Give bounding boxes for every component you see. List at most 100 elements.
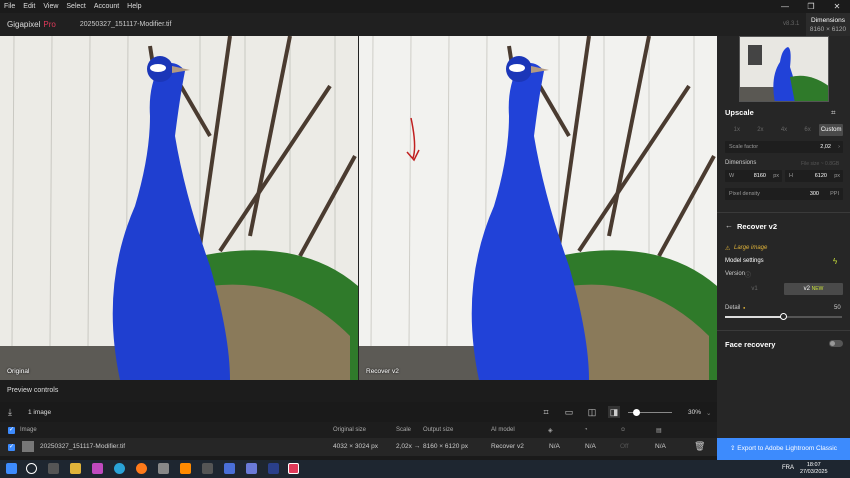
file-explorer-icon[interactable] <box>70 463 81 474</box>
upscale-title: Upscale <box>725 108 754 117</box>
task-view-icon[interactable] <box>48 463 59 474</box>
table-row[interactable]: ✓ 20250327_151117-Modifier.tif 4032 × 30… <box>0 438 717 456</box>
original-label: Original <box>7 368 30 375</box>
split-view-icon[interactable]: ◨ <box>608 406 620 418</box>
clock-time: 18:07 <box>806 462 821 468</box>
row-face: Off <box>620 443 629 450</box>
scale-2x[interactable]: 2x <box>749 124 773 136</box>
menu-help[interactable]: Help <box>123 3 145 10</box>
app-icon-1[interactable] <box>202 463 213 474</box>
single-view-icon[interactable]: ▭ <box>563 406 575 418</box>
version-v1[interactable]: v1 <box>725 283 784 295</box>
crop-icon[interactable]: ⌗ <box>831 108 836 118</box>
height-value: 6120 <box>814 173 827 179</box>
header-original-size: Original size <box>333 427 367 433</box>
detail-label: Detail <box>725 305 741 311</box>
search-icon[interactable] <box>26 463 37 474</box>
zoom-slider-handle[interactable] <box>633 409 640 416</box>
export-button[interactable]: ⇪ Export to Adobe Lightroom Classic <box>717 438 850 460</box>
row-original-size: 4032 × 3024 px <box>333 443 378 450</box>
dimensions-label: Dimensions <box>725 160 757 166</box>
version-v2[interactable]: v2 NEW <box>784 283 843 295</box>
width-value: 8160 <box>753 173 766 179</box>
system-clock[interactable]: 18:07 27/03/2025 <box>800 462 828 476</box>
image-toolbar: ⤓ 1 image ⌗ ▭ ◫ ◨ 30% ⌄ <box>0 402 717 422</box>
row-checkbox[interactable]: ✓ <box>8 444 15 451</box>
pixel-density-value: 300 <box>809 191 819 197</box>
export-label: Export to Adobe Lightroom Classic <box>737 445 837 452</box>
scale-factor-field[interactable]: Scale factor 2,02 › <box>725 141 843 153</box>
height-unit: px <box>834 173 840 179</box>
vlc-icon[interactable] <box>180 463 191 474</box>
clock-date: 27/03/2025 <box>800 469 828 475</box>
model-settings-label: Model settings <box>725 258 764 264</box>
height-field[interactable]: H 6120 px <box>785 170 843 182</box>
menu-edit[interactable]: Edit <box>19 3 39 10</box>
fit-view-icon[interactable]: ⌗ <box>540 406 552 418</box>
face-recovery-toggle[interactable] <box>829 340 843 347</box>
back-arrow-icon[interactable]: ← <box>725 221 733 230</box>
menu-bar: File Edit View Select Account Help — ❐ ✕ <box>0 0 850 13</box>
enhanced-label: Recover v2 <box>366 368 399 375</box>
compress-icon: ▤ <box>656 428 662 434</box>
scale-factor-label: Scale factor <box>729 144 759 150</box>
window-controls: — ❐ ✕ <box>772 0 850 13</box>
start-icon[interactable] <box>6 463 17 474</box>
language-indicator[interactable]: FRA <box>782 465 794 471</box>
edge-icon[interactable] <box>114 463 125 474</box>
trash-icon[interactable]: 🗑 <box>694 441 705 452</box>
app-logo: Gigapixel Pro <box>7 20 56 29</box>
new-badge: NEW <box>811 286 824 292</box>
app-icon-3[interactable] <box>246 463 257 474</box>
row-filename: 20250327_151117-Modifier.tif <box>40 443 126 450</box>
firefox-icon[interactable] <box>136 463 147 474</box>
lightroom-icon[interactable] <box>268 463 279 474</box>
gigapixel-taskbar-icon[interactable] <box>288 463 299 474</box>
dimensions-title: Dimensions <box>811 17 845 24</box>
zoom-value[interactable]: 30% <box>688 409 701 416</box>
pixel-density-label: Pixel density <box>729 191 760 197</box>
export-icon: ⇪ <box>730 445 736 452</box>
app-icon-2[interactable] <box>224 463 235 474</box>
peacock-image <box>0 36 358 380</box>
detail-slider-handle[interactable] <box>780 313 787 320</box>
menu-account[interactable]: Account <box>90 3 123 10</box>
close-button[interactable]: ✕ <box>824 0 850 13</box>
pixel-density-unit: PPI <box>830 191 839 197</box>
lightning-icon[interactable]: ϟ <box>833 257 837 266</box>
store-icon[interactable] <box>158 463 169 474</box>
dimensions-indicator: Dimensions 8160 × 6120 <box>806 13 850 36</box>
menu-view[interactable]: View <box>39 3 62 10</box>
import-icon[interactable]: ⤓ <box>4 406 16 418</box>
side-by-side-icon[interactable]: ◫ <box>586 406 598 418</box>
face-recovery-label: Face recovery <box>725 340 776 349</box>
maximize-button[interactable]: ❐ <box>798 0 824 13</box>
menu-select[interactable]: Select <box>62 3 89 10</box>
copilot-icon[interactable] <box>92 463 103 474</box>
scale-custom[interactable]: Custom <box>819 124 843 136</box>
header-scale: Scale <box>396 427 412 433</box>
large-image-notice: Large image <box>734 245 768 251</box>
scale-6x[interactable]: 6x <box>796 124 820 136</box>
row-compress: N/A <box>655 443 666 450</box>
menu-file[interactable]: File <box>0 3 19 10</box>
select-all-checkbox[interactable]: ✓ <box>8 427 15 434</box>
scale-1x[interactable]: 1x <box>725 124 749 136</box>
chevron-down-icon[interactable]: ⌄ <box>706 409 711 417</box>
original-preview[interactable]: Original <box>0 36 358 380</box>
image-viewer[interactable]: Original Recover v2 <box>0 36 717 380</box>
pixel-density-field[interactable]: Pixel density 300 PPI <box>725 188 843 200</box>
section-divider-2 <box>717 330 850 331</box>
enhanced-preview[interactable]: Recover v2 <box>359 36 717 380</box>
image-count: 1 image <box>28 409 52 416</box>
sharpen-icon: ◔ <box>584 427 588 433</box>
scale-4x[interactable]: 4x <box>772 124 796 136</box>
preview-controls[interactable]: Preview controls <box>0 380 717 402</box>
row-scale: 2,02x → <box>396 443 421 450</box>
navigator-thumbnail[interactable] <box>739 36 829 102</box>
row-ai-model: Recover v2 <box>491 443 524 450</box>
table-header: ✓ Image Original size Scale Output size … <box>0 422 717 438</box>
minimize-button[interactable]: — <box>772 0 798 13</box>
width-field[interactable]: W 8160 px <box>725 170 782 182</box>
info-icon[interactable]: ⓘ <box>745 270 751 279</box>
